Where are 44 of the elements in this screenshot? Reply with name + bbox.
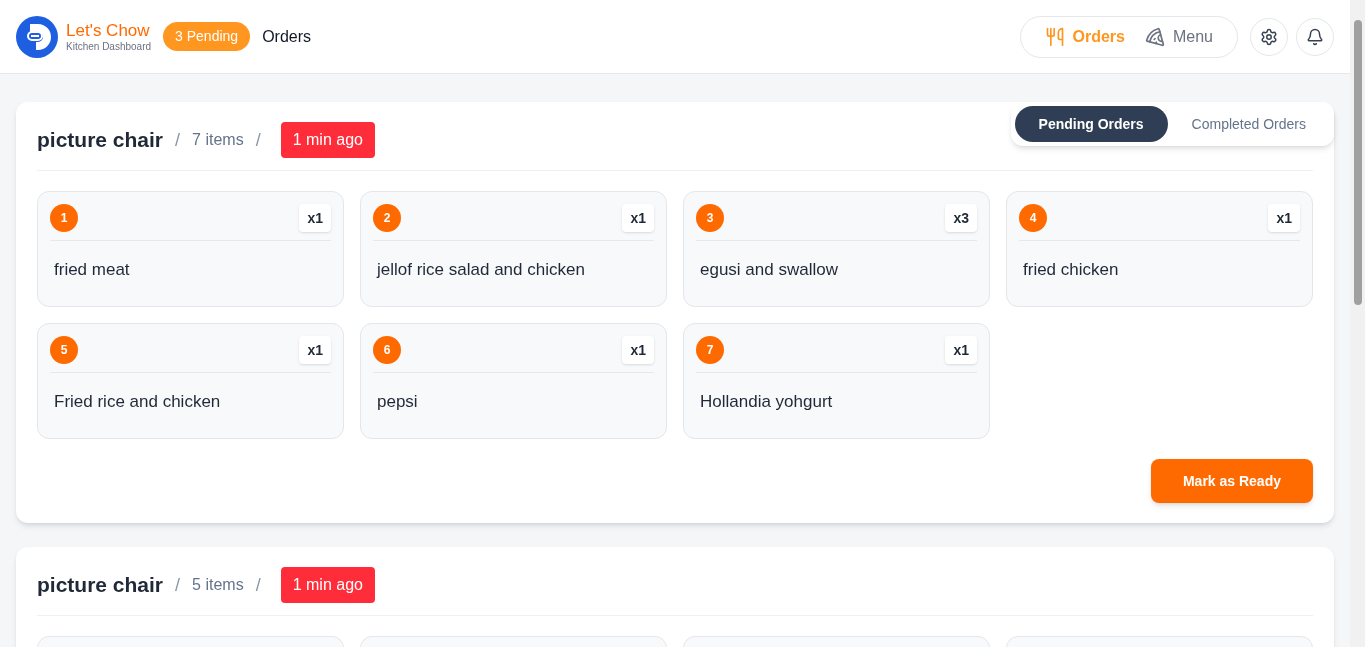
time-badge: 1 min ago (280, 567, 375, 603)
item-name: Fried rice and chicken (53, 391, 222, 413)
item-number: 6 (373, 336, 401, 364)
item-number: 7 (696, 336, 724, 364)
item-number: 2 (373, 204, 401, 232)
separator: / (175, 573, 181, 597)
separator: / (255, 128, 261, 152)
item-name: fried chicken (1022, 259, 1120, 281)
item-count: 7 items (192, 130, 244, 150)
separator: / (255, 573, 261, 597)
quantity-label: x1 (622, 336, 654, 364)
time-badge: 1 min ago (280, 122, 375, 158)
quantity-label: x1 (622, 204, 654, 232)
item-name: fried meat (53, 259, 131, 281)
item-number: 5 (50, 336, 78, 364)
quantity-label: x1 (299, 336, 331, 364)
item-number: 4 (1019, 204, 1047, 232)
quantity-label: x3 (945, 204, 977, 232)
pending-badge: 3 Pending (163, 22, 251, 51)
customer-name: picture chair (37, 127, 164, 154)
item-name: pepsi (376, 391, 419, 413)
pizza-icon (1144, 26, 1165, 47)
view-tab[interactable]: Pending Orders (1014, 106, 1168, 142)
item-count: 5 items (192, 575, 244, 595)
item-number: 1 (50, 204, 78, 232)
quantity-label: x1 (1268, 204, 1300, 232)
mark-ready-button[interactable]: Mark as Ready (1150, 459, 1313, 503)
item-name: jellof rice salad and chicken (375, 259, 586, 281)
settings-icon (1260, 27, 1278, 46)
brand-name: Let's Chow (66, 19, 151, 41)
item-number: 3 (696, 204, 724, 232)
logo-icon (16, 15, 58, 58)
separator: / (175, 128, 181, 152)
nav-link[interactable]: Menu (1140, 24, 1217, 49)
customer-name: picture chair (37, 572, 164, 599)
item-name: Hollandia yohgurt (699, 391, 834, 413)
fork-knife-icon (1044, 26, 1065, 47)
quantity-label: x1 (945, 336, 977, 364)
brand-subtitle: Kitchen Dashboard (66, 40, 152, 54)
view-tab[interactable]: Completed Orders (1167, 106, 1330, 142)
page-title: Orders (262, 26, 312, 47)
bell-icon (1306, 27, 1324, 46)
item-name: egusi and swallow (699, 259, 839, 281)
quantity-label: x1 (299, 204, 331, 232)
